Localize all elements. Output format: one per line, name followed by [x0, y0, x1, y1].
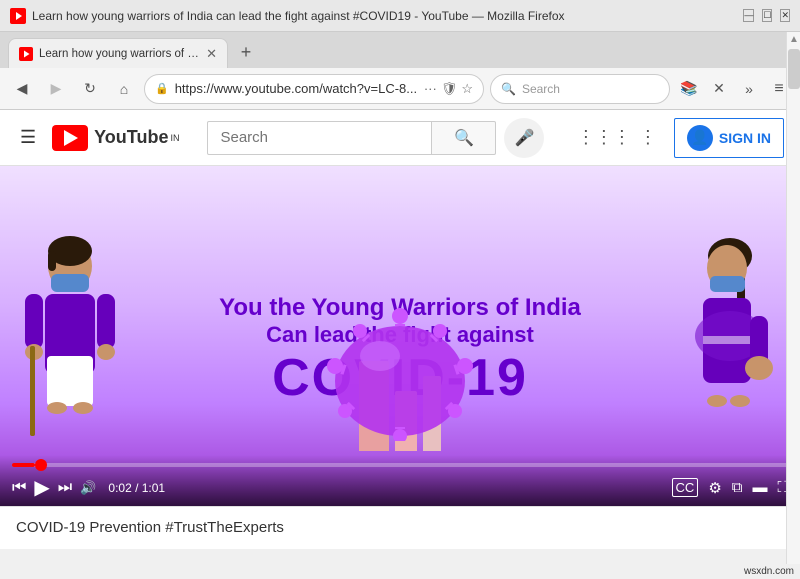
- tab-close-icon[interactable]: ✕: [206, 46, 217, 62]
- video-description-text: COVID-19 Prevention #TrustTheExperts: [16, 519, 284, 536]
- status-bar: wsxdn.com: [738, 564, 800, 579]
- window-title: Learn how young warriors of India can le…: [32, 9, 743, 23]
- shield-icon: 🛡: [441, 81, 458, 97]
- minimize-button[interactable]: —: [743, 9, 754, 22]
- extensions-icon[interactable]: ✕: [706, 76, 732, 102]
- character-right: [675, 236, 785, 451]
- scrollbar-thumb[interactable]: [788, 49, 800, 89]
- search-icon-nav: 🔍: [501, 82, 516, 96]
- youtube-mic-button[interactable]: 🎤: [504, 118, 544, 158]
- tab-bar: Learn how young warriors of In... ✕ +: [0, 32, 800, 68]
- reload-button[interactable]: ↻: [76, 75, 104, 103]
- cc-button[interactable]: CC: [672, 478, 699, 497]
- youtube-search-container: 🔍 🎤: [207, 118, 544, 158]
- signin-avatar-icon: 👤: [687, 125, 713, 151]
- progress-fill: [12, 463, 35, 467]
- youtube-country-badge: IN: [170, 133, 179, 143]
- youtube-search-input[interactable]: [208, 129, 431, 146]
- youtube-logo[interactable]: YouTubeIN: [52, 125, 179, 151]
- hamburger-menu-button[interactable]: ☰: [16, 123, 40, 152]
- settings-button[interactable]: ⚙: [708, 479, 721, 497]
- star-icon[interactable]: ☆: [461, 81, 473, 97]
- more-tools-icon[interactable]: »: [736, 76, 762, 102]
- title-bar: Learn how young warriors of India can le…: [0, 0, 800, 32]
- back-button[interactable]: ◀: [8, 75, 36, 103]
- play-pause-button[interactable]: ▶: [34, 475, 49, 500]
- signin-label: SIGN IN: [719, 130, 771, 146]
- theater-mode-button[interactable]: ▬: [752, 479, 767, 496]
- video-info-bar: COVID-19 Prevention #TrustTheExperts: [0, 506, 800, 549]
- scrollbar-up-arrow[interactable]: ▲: [787, 32, 800, 47]
- youtube-search-button[interactable]: 🔍: [432, 121, 496, 155]
- youtube-apps-button[interactable]: ⋮⋮⋮: [586, 120, 622, 156]
- lock-icon: 🔒: [155, 82, 169, 95]
- active-tab[interactable]: Learn how young warriors of In... ✕: [8, 38, 228, 68]
- progress-bar[interactable]: [12, 463, 788, 467]
- skip-back-button[interactable]: ⏮: [12, 479, 26, 497]
- scrollbar[interactable]: ▲: [786, 32, 800, 579]
- character-left: [15, 236, 125, 451]
- address-bar[interactable]: 🔒 https://www.youtube.com/watch?v=LC-8..…: [144, 74, 484, 104]
- skip-forward-button[interactable]: ⏭: [58, 479, 72, 497]
- tab-title: Learn how young warriors of In...: [39, 48, 200, 60]
- close-button[interactable]: ✕: [780, 9, 790, 22]
- video-container[interactable]: You the Young Warriors of India Can lead…: [0, 166, 800, 506]
- favicon-icon: [10, 8, 26, 24]
- new-tab-button[interactable]: +: [232, 38, 260, 66]
- bookmarks-icon[interactable]: 📚: [676, 76, 702, 102]
- youtube-options-button[interactable]: ⋮: [630, 120, 666, 156]
- user-icon: 👤: [691, 129, 708, 146]
- mic-icon: 🎤: [515, 128, 535, 148]
- tab-favicon: [19, 47, 33, 61]
- youtube-play-icon: [64, 130, 78, 146]
- video-controls-bar: ⏮ ▶ ⏭ 🔊 0:02 / 1:01 CC ⚙ ⧉ ▬ ⛶: [0, 455, 800, 506]
- youtube-logo-icon: [52, 125, 88, 151]
- youtube-signin-button[interactable]: 👤 SIGN IN: [674, 118, 784, 158]
- home-button[interactable]: ⌂: [110, 75, 138, 103]
- virus-illustration: [310, 291, 490, 446]
- search-icon-yt: 🔍: [454, 128, 474, 148]
- url-display: https://www.youtube.com/watch?v=LC-8...: [175, 81, 418, 96]
- nav-bar: ◀ ▶ ↻ ⌂ 🔒 https://www.youtube.com/watch?…: [0, 68, 800, 110]
- youtube-logo-text: YouTube: [94, 127, 168, 148]
- maximize-button[interactable]: ☐: [762, 9, 772, 22]
- ellipsis-icon[interactable]: ···: [424, 81, 437, 97]
- progress-indicator: [35, 459, 47, 471]
- volume-button[interactable]: 🔊: [80, 480, 96, 496]
- youtube-search-bar[interactable]: [207, 121, 432, 155]
- time-display: 0:02 / 1:01: [108, 481, 165, 495]
- miniplayer-button[interactable]: ⧉: [732, 479, 743, 496]
- browser-search-bar: 🔍 Search: [490, 74, 670, 104]
- forward-button[interactable]: ▶: [42, 75, 70, 103]
- youtube-header: ☰ YouTubeIN 🔍 🎤 ⋮⋮⋮ ⋮ 👤 SIGN IN: [0, 110, 800, 166]
- search-placeholder-nav: Search: [522, 82, 560, 96]
